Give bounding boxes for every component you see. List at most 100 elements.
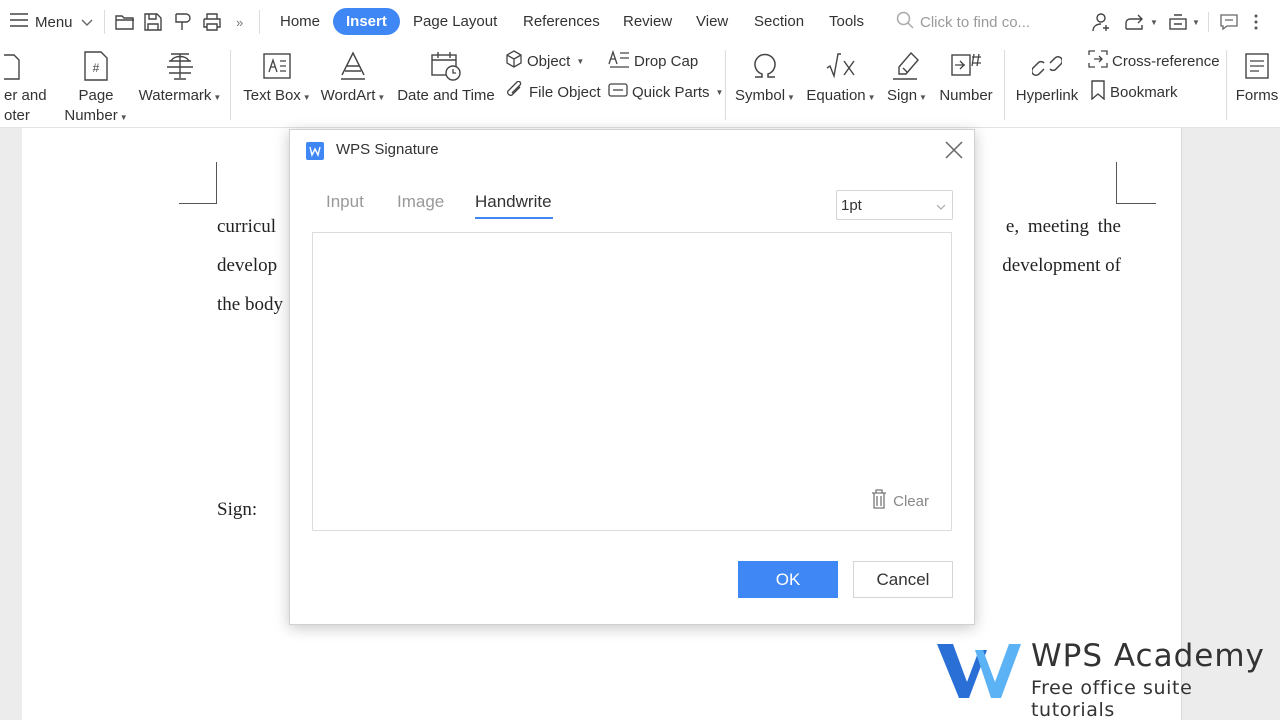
cancel-button[interactable]: Cancel [853, 561, 953, 598]
header-footer-icon [4, 46, 20, 86]
equation-icon [825, 46, 857, 86]
file-object-label: File Object [529, 83, 601, 101]
save-icon[interactable] [144, 0, 162, 44]
equation-button[interactable]: Equation ▼ [806, 46, 876, 108]
object-label: Object [527, 52, 571, 70]
print-icon[interactable] [202, 0, 222, 44]
bookmark-button[interactable]: Bookmark [1090, 80, 1178, 104]
separator [230, 50, 231, 120]
text-box-button[interactable]: Text Box ▼ [241, 46, 313, 108]
active-tab-indicator [475, 217, 553, 219]
search-icon [896, 11, 914, 33]
quick-parts-button[interactable]: Quick Parts ▼ [608, 80, 723, 104]
ribbon: er and oter # Page Number ▼ Watermark ▼ Te… [0, 44, 1280, 128]
page-number-label-1: Page [78, 87, 114, 104]
more-icon[interactable]: » [236, 0, 243, 44]
search-placeholder: Click to find co... [920, 13, 1031, 31]
page-number-icon: # [84, 46, 108, 86]
hamburger-icon [10, 13, 28, 31]
cube-icon [505, 50, 523, 72]
tab-page-layout[interactable]: Page Layout [413, 0, 497, 44]
share-user-icon[interactable] [1092, 0, 1112, 44]
symbol-button[interactable]: Symbol ▼ [734, 46, 796, 108]
equation-label: Equation [806, 87, 866, 104]
wps-signature-dialog: WPS Signature Input Image Handwrite 1pt … [289, 129, 975, 625]
hyperlink-button[interactable]: Hyperlink [1013, 46, 1081, 106]
pen-sign-icon [891, 46, 923, 86]
tab-references[interactable]: References [523, 0, 600, 44]
menu-label: Menu [35, 13, 73, 31]
open-file-icon[interactable] [115, 0, 135, 44]
handwrite-canvas[interactable]: Clear [312, 232, 952, 531]
separator [1004, 50, 1005, 120]
trash-icon [871, 489, 887, 513]
forms-icon [1244, 46, 1270, 86]
forms-button[interactable]: Forms [1234, 46, 1280, 106]
sign-label: Sign: [217, 499, 258, 520]
tab-image[interactable]: Image [397, 192, 444, 212]
document-text-line: e, meeting the [1005, 216, 1121, 237]
symbol-label: Symbol [735, 87, 786, 104]
header-footer-button[interactable]: er and oter [0, 46, 52, 126]
drop-cap-label: Drop Cap [634, 52, 699, 70]
number-icon [950, 46, 982, 86]
cross-reference-icon [1088, 50, 1108, 72]
more-options-icon[interactable] [1254, 0, 1258, 44]
academy-subtitle: Free office suite tutorials [1031, 677, 1193, 720]
quick-parts-icon [608, 81, 628, 103]
page-number-button[interactable]: # Page Number ▼ [64, 46, 128, 128]
format-painter-icon[interactable] [173, 0, 193, 44]
separator [1208, 12, 1209, 32]
sign-label: Sign [887, 87, 918, 104]
tab-section[interactable]: Section [754, 0, 804, 44]
wps-academy-watermark: WPS Academy Free office suite tutorials [935, 638, 1265, 720]
hyperlink-label: Hyperlink [1015, 87, 1079, 104]
menu-button[interactable]: Menu [10, 0, 93, 44]
separator [104, 10, 105, 34]
share-icon[interactable]: ▼ [1124, 0, 1158, 44]
tab-input[interactable]: Input [326, 192, 364, 212]
close-icon[interactable] [944, 140, 964, 165]
text-box-label: Text Box [243, 87, 301, 104]
wordart-button[interactable]: WordArt ▼ [318, 46, 388, 108]
quick-parts-label: Quick Parts [632, 83, 710, 101]
file-object-button[interactable]: File Object [505, 80, 601, 104]
link-icon [1032, 46, 1062, 86]
cross-reference-button[interactable]: Cross-reference [1088, 49, 1220, 73]
watermark-button[interactable]: Watermark ▼ [138, 46, 222, 108]
ok-button[interactable]: OK [738, 561, 838, 598]
clear-label: Clear [893, 492, 929, 510]
separator [725, 50, 726, 120]
tab-handwrite[interactable]: Handwrite [475, 192, 552, 212]
tab-review[interactable]: Review [623, 0, 672, 44]
sign-button[interactable]: Sign ▼ [884, 46, 930, 108]
tab-tools[interactable]: Tools [829, 0, 864, 44]
calendar-clock-icon [430, 46, 462, 86]
separator [259, 10, 260, 34]
svg-text:#: # [93, 61, 100, 75]
search-box[interactable]: Click to find co... [896, 0, 1030, 44]
tab-home[interactable]: Home [280, 0, 320, 44]
number-button[interactable]: Number [936, 46, 996, 106]
wps-logo-icon [935, 640, 1023, 705]
date-time-label: Date and Time [397, 87, 495, 104]
comment-icon[interactable] [1220, 0, 1238, 44]
tab-insert[interactable]: Insert [333, 8, 400, 35]
crop-mark-left [179, 162, 217, 204]
document-text-line: curricul [217, 216, 277, 237]
chevron-down-icon [936, 197, 946, 214]
tab-view[interactable]: View [696, 0, 728, 44]
text-box-icon [262, 46, 292, 86]
chevron-down-icon [81, 14, 93, 31]
pen-width-select[interactable]: 1pt [836, 190, 953, 220]
wordart-label: WordArt [320, 87, 376, 104]
dialog-title: WPS Signature [336, 141, 439, 158]
history-icon[interactable]: ▼ [1168, 0, 1200, 44]
watermark-icon [165, 46, 195, 86]
clear-button[interactable]: Clear [871, 489, 929, 513]
object-button[interactable]: Object ▼ [505, 49, 584, 73]
date-time-button[interactable]: Date and Time [396, 46, 496, 106]
wps-writer-icon [306, 142, 324, 165]
drop-cap-button[interactable]: Drop Cap [608, 49, 698, 73]
separator [1226, 50, 1227, 120]
